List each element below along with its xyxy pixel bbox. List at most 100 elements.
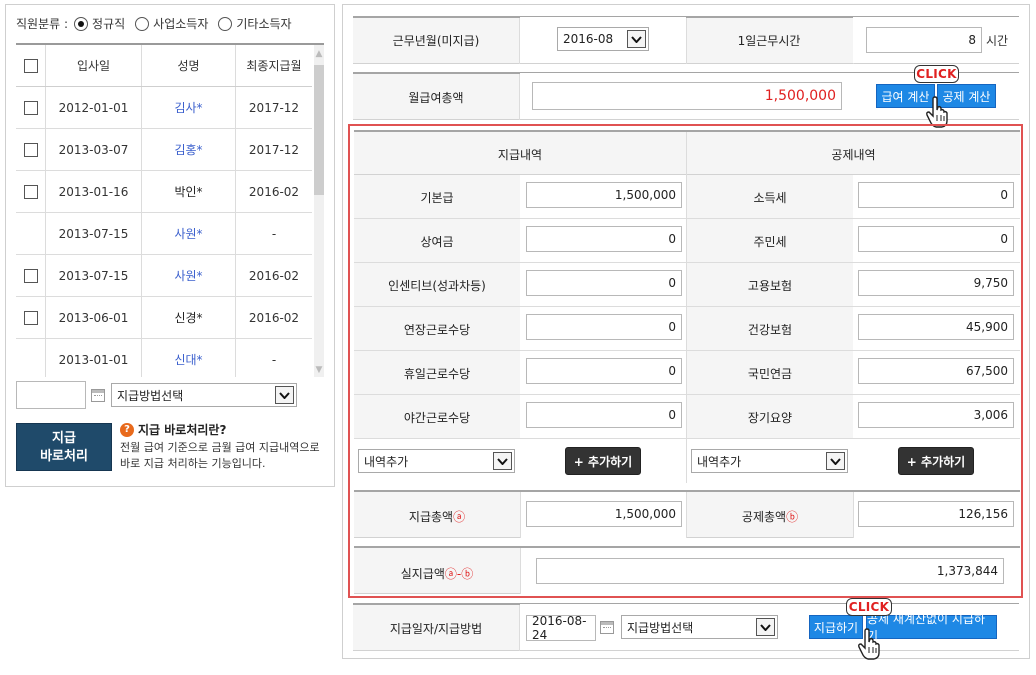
payment-date-input[interactable]: 2016-08-24	[526, 614, 596, 642]
row-hire-date: 2013-01-16	[46, 171, 142, 212]
pay-item-input[interactable]: 0	[526, 314, 682, 340]
radio-business-income[interactable]	[135, 16, 150, 31]
pay-button[interactable]: 지급하기	[809, 615, 863, 639]
deduction-total-label: 공제총액ⓑ	[687, 508, 853, 525]
deduction-add-item-select[interactable]: 내역추가	[691, 449, 848, 473]
employee-name[interactable]: 김홍*	[174, 141, 202, 158]
calendar-icon[interactable]	[91, 389, 105, 402]
select-all-checkbox[interactable]	[23, 58, 38, 73]
row-name[interactable]: 김홍*	[142, 129, 236, 170]
table-row[interactable]: 2013-01-01 신대* -	[16, 339, 312, 377]
net-pay-mark: ⓐ-ⓑ	[444, 567, 474, 581]
scroll-down-icon[interactable]: ▼	[314, 363, 324, 377]
deduction-item-label: 소득세	[753, 191, 787, 205]
deduction-item-label: 국민연금	[747, 367, 793, 381]
deduction-item-input[interactable]: 0	[858, 226, 1014, 252]
click-callout: CLICK	[914, 65, 959, 83]
radio-other-income-label: 기타소득자	[236, 17, 292, 31]
quick-pay-help: ? 지급 바로처리란? 전월 급여 기준으로 금월 급여 지급내역으로 바로 지…	[120, 421, 330, 472]
employee-name[interactable]: 김사*	[174, 99, 202, 116]
row-last-paid: 2016-02	[248, 184, 300, 199]
table-row[interactable]: 2013-06-01 신경* 2016-02	[16, 297, 312, 339]
row-checkbox[interactable]	[23, 142, 38, 157]
row-checkbox[interactable]	[23, 100, 38, 115]
table-row[interactable]: 2013-07-15 사원* -	[16, 213, 312, 255]
work-month-value: 2016-08	[563, 32, 614, 46]
employee-name[interactable]: 사원*	[174, 267, 202, 284]
deduction-item-input[interactable]: 0	[858, 182, 1014, 208]
pay-item-input[interactable]: 1,500,000	[526, 182, 682, 208]
deduction-item-input[interactable]: 3,006	[858, 402, 1014, 428]
deduction-add-item-value: 내역추가	[697, 454, 742, 469]
table-scrollbar[interactable]: ▲ ▼	[314, 45, 324, 377]
deduction-item-input[interactable]: 45,900	[858, 314, 1014, 340]
net-pay-text: 실지급액	[400, 567, 445, 581]
pay-item-input[interactable]: 0	[526, 270, 682, 296]
deduction-total-input[interactable]: 126,156	[858, 501, 1014, 527]
quick-pay-method-select[interactable]: 지급방법선택	[111, 383, 297, 407]
scroll-thumb[interactable]	[314, 65, 324, 195]
calendar-icon[interactable]	[600, 621, 614, 634]
radio-regular-label: 정규직	[92, 17, 126, 31]
row-name[interactable]: 신대*	[142, 339, 236, 377]
pay-item-label: 인센티브(성과차등)	[388, 279, 486, 293]
chevron-down-icon	[826, 452, 845, 470]
employee-name: 신경*	[174, 311, 203, 325]
radio-regular[interactable]	[74, 16, 89, 31]
radio-other-income[interactable]	[218, 16, 233, 31]
col-name: 성명	[142, 45, 236, 86]
pay-item-label: 상여금	[420, 235, 454, 249]
chevron-down-icon	[275, 386, 294, 404]
pay-item-input[interactable]: 0	[526, 402, 682, 428]
table-row[interactable]: 2012-01-01 김사* 2017-12	[16, 87, 312, 129]
employee-table: 입사일 성명 최종지급월 2012-01-01 김사* 2017-12 2013-03…	[16, 43, 324, 377]
table-row[interactable]: 2013-01-16 박인* 2016-02	[16, 171, 312, 213]
pay-item-input[interactable]: 0	[526, 358, 682, 384]
row-name[interactable]: 사원*	[142, 213, 236, 254]
deduction-item-label: 주민세	[753, 235, 787, 249]
deduction-item-input[interactable]: 9,750	[858, 270, 1014, 296]
chevron-down-icon	[627, 30, 646, 48]
pay-item-label: 기본급	[420, 191, 454, 205]
pay-item-label: 휴일근로수당	[403, 367, 471, 381]
quick-pay-button-line1: 지급	[52, 431, 76, 446]
employee-type-filter: 직원분류 : 정규직 사업소득자 기타소득자	[16, 15, 296, 32]
row-checkbox[interactable]	[23, 184, 38, 199]
help-description: 전월 급여 기준으로 금월 급여 지급내역으로 바로 지급 처리하는 기능입니다…	[120, 441, 320, 470]
employee-panel: 직원분류 : 정규직 사업소득자 기타소득자 입사일 성명 최종지급월 2012…	[5, 4, 335, 487]
deduction-item-input[interactable]: 67,500	[858, 358, 1014, 384]
deduction-item-label: 장기요양	[747, 411, 793, 425]
row-hire-date: 2013-07-15	[46, 255, 142, 296]
row-hire-date: 2012-01-01	[46, 87, 142, 128]
row-name[interactable]: 김사*	[142, 87, 236, 128]
table-row[interactable]: 2013-03-07 김홍* 2017-12	[16, 129, 312, 171]
radio-business-income-label: 사업소득자	[153, 17, 209, 31]
pay-add-button[interactable]: + 추가하기	[565, 447, 641, 475]
row-checkbox[interactable]	[23, 310, 38, 325]
employee-name[interactable]: 사원*	[174, 225, 202, 242]
pay-item-label: 야간근로수당	[403, 411, 471, 425]
pay-item-input[interactable]: 0	[526, 226, 682, 252]
row-checkbox[interactable]	[23, 268, 38, 283]
payment-method-value: 지급방법선택	[627, 620, 694, 635]
payment-method-select[interactable]: 지급방법선택	[621, 615, 778, 639]
work-month-select[interactable]: 2016-08	[557, 27, 649, 51]
deduction-add-button[interactable]: + 추가하기	[898, 447, 974, 475]
scroll-up-icon[interactable]: ▲	[314, 47, 324, 61]
quick-pay-button[interactable]: 지급 바로처리	[16, 423, 112, 471]
daily-hours-input[interactable]: 8	[866, 27, 982, 53]
quick-pay-date-input[interactable]	[16, 381, 86, 409]
pay-total-mark: ⓐ	[453, 510, 466, 524]
monthly-total-input[interactable]: 1,500,000	[532, 82, 842, 110]
monthly-total-label: 월급여총액	[408, 91, 464, 105]
pay-total-input[interactable]: 1,500,000	[526, 501, 682, 527]
work-month-label: 근무년월(미지급)	[392, 34, 480, 48]
employee-name[interactable]: 신대*	[174, 351, 202, 368]
filter-label: 직원분류 :	[16, 17, 69, 31]
row-last-paid: 2016-02	[248, 268, 300, 283]
pay-add-item-select[interactable]: 내역추가	[358, 449, 515, 473]
row-hire-date: 2013-03-07	[46, 129, 142, 170]
row-name[interactable]: 사원*	[142, 255, 236, 296]
net-pay-input[interactable]: 1,373,844	[536, 558, 1004, 584]
table-row[interactable]: 2013-07-15 사원* 2016-02	[16, 255, 312, 297]
